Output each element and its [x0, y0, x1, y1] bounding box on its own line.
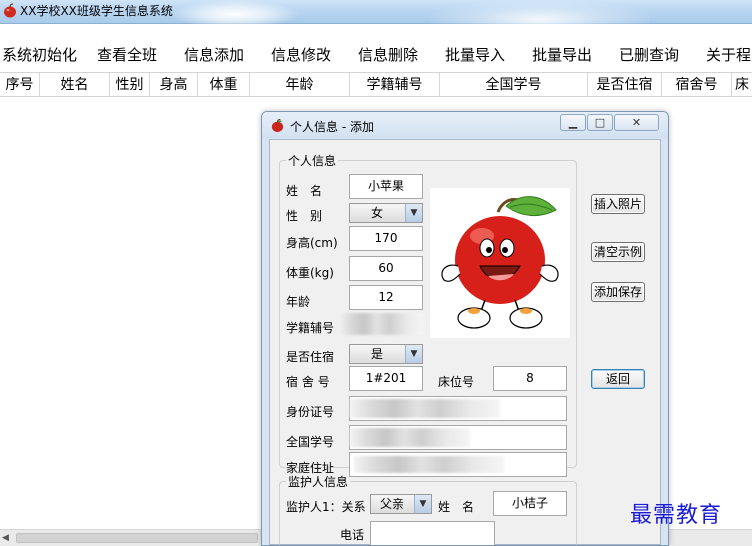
- menu-info-delete[interactable]: 信息删除: [358, 44, 418, 65]
- dialog-title-bar: 个人信息 - 添加 ▁ □ ✕: [262, 112, 668, 138]
- maximize-button[interactable]: □: [587, 114, 613, 131]
- id-card-redaction: [350, 399, 500, 418]
- student-photo: [430, 188, 570, 338]
- guardian-phone-field[interactable]: [370, 521, 495, 545]
- id-card-field[interactable]: [349, 396, 567, 421]
- column-header-national-id[interactable]: 全国学号: [440, 73, 588, 97]
- dialog-client-area: 个人信息 姓 名 小苹果 性 别 女 ▼ 身高(cm) 170 体重(kg) 6…: [269, 139, 661, 545]
- column-header-height[interactable]: 身高: [150, 73, 198, 97]
- menu-info-edit[interactable]: 信息修改: [271, 44, 331, 65]
- dorm-label: 宿 舍 号: [286, 375, 330, 389]
- chevron-down-icon[interactable]: ▼: [414, 495, 431, 513]
- weight-label: 体重(kg): [286, 266, 334, 280]
- insert-photo-button[interactable]: 插入照片: [591, 194, 645, 214]
- guardian-relation-select[interactable]: 父亲 ▼: [370, 494, 432, 514]
- main-window: XX学校XX班级学生信息系统 系统初始化 查看全班 信息添加 信息修改 信息删除…: [0, 0, 752, 546]
- height-field[interactable]: 170: [349, 226, 423, 251]
- menu-info-add[interactable]: 信息添加: [184, 44, 244, 65]
- guardian-phone-label: 电话: [340, 528, 365, 542]
- boarding-label: 是否住宿: [286, 350, 335, 364]
- weight-field[interactable]: 60: [349, 256, 423, 281]
- personal-info-group: 个人信息 姓 名 小苹果 性 别 女 ▼ 身高(cm) 170 体重(kg) 6…: [279, 152, 577, 477]
- maximize-icon: □: [594, 116, 606, 129]
- guardian-relation-value: 父亲: [379, 497, 404, 511]
- gender-label: 性 别: [286, 209, 323, 223]
- address-redaction: [354, 456, 504, 473]
- chevron-down-icon[interactable]: ▼: [405, 204, 422, 222]
- menu-deleted-query[interactable]: 已删查询: [619, 44, 679, 65]
- school-id-field[interactable]: [338, 313, 424, 335]
- window-title: XX学校XX班级学生信息系统: [20, 4, 173, 18]
- gender-select[interactable]: 女 ▼: [349, 203, 423, 223]
- guardian-name-field[interactable]: 小桔子: [493, 491, 567, 516]
- add-info-dialog: 个人信息 - 添加 ▁ □ ✕ 个人信息 姓 名 小苹果 性 别 女 ▼ 身高(…: [261, 111, 669, 546]
- grid-header: 序号 姓名 性别 身高 体重 年龄 学籍辅号 全国学号 是否住宿 宿舍号 床: [0, 72, 752, 97]
- guardian-info-legend: 监护人信息: [288, 475, 349, 489]
- add-save-button[interactable]: 添加保存: [591, 282, 645, 302]
- menu-system-init[interactable]: 系统初始化: [2, 44, 77, 65]
- gender-value: 女: [370, 206, 383, 220]
- back-button[interactable]: 返回: [591, 369, 645, 389]
- bed-field[interactable]: 8: [493, 366, 567, 391]
- minimize-button[interactable]: ▁: [560, 114, 586, 131]
- national-id-redaction: [350, 428, 470, 447]
- guardian-info-group: 监护人信息 监护人1：关系 父亲 ▼ 姓 名 小桔子 电话: [279, 473, 577, 545]
- boarding-value: 是: [370, 347, 383, 361]
- guardian-name-label: 姓 名: [438, 500, 475, 514]
- close-button[interactable]: ✕: [614, 114, 659, 131]
- age-field[interactable]: 12: [349, 285, 423, 310]
- chevron-down-icon[interactable]: ▼: [405, 345, 422, 363]
- column-header-age[interactable]: 年龄: [250, 73, 350, 97]
- guardian-relation-label: 监护人1：关系: [286, 500, 366, 514]
- school-id-label: 学籍辅号: [286, 321, 335, 335]
- name-field[interactable]: 小苹果: [349, 174, 423, 199]
- boarding-select[interactable]: 是 ▼: [349, 344, 423, 364]
- menu-view-class[interactable]: 查看全班: [97, 44, 157, 65]
- scroll-thumb[interactable]: [16, 533, 258, 543]
- menu-batch-import[interactable]: 批量导入: [445, 44, 505, 65]
- dorm-field[interactable]: 1#201: [349, 366, 423, 391]
- column-header-bed[interactable]: 床: [732, 73, 752, 97]
- column-header-index[interactable]: 序号: [0, 73, 40, 97]
- menu-batch-export[interactable]: 批量导出: [532, 44, 592, 65]
- national-id-label: 全国学号: [286, 435, 335, 449]
- title-bar-decoration-2: [430, 0, 650, 24]
- main-title-bar: XX学校XX班级学生信息系统: [0, 0, 752, 24]
- column-header-school-id[interactable]: 学籍辅号: [350, 73, 440, 97]
- age-label: 年龄: [286, 295, 311, 309]
- scroll-left-icon[interactable]: ◀: [2, 533, 9, 543]
- column-header-dorm[interactable]: 宿舍号: [662, 73, 732, 97]
- bed-label: 床位号: [438, 375, 475, 389]
- name-label: 姓 名: [286, 184, 323, 198]
- column-header-weight[interactable]: 体重: [198, 73, 250, 97]
- national-id-field[interactable]: [349, 425, 567, 450]
- column-header-gender[interactable]: 性别: [110, 73, 150, 97]
- column-header-name[interactable]: 姓名: [40, 73, 110, 97]
- close-icon: ✕: [631, 116, 642, 129]
- column-header-boarding[interactable]: 是否住宿: [588, 73, 662, 97]
- id-card-label: 身份证号: [286, 405, 335, 419]
- dialog-title: 个人信息 - 添加: [290, 120, 374, 134]
- menu-about[interactable]: 关于程: [706, 44, 751, 65]
- menu-bar: 系统初始化 查看全班 信息添加 信息修改 信息删除 批量导入 批量导出 已删查询…: [0, 24, 752, 72]
- height-label: 身高(cm): [286, 236, 338, 250]
- title-bar-decoration: [170, 0, 300, 24]
- clear-example-button[interactable]: 清空示例: [591, 242, 645, 262]
- apple-dialog-icon: [271, 118, 284, 133]
- personal-info-legend: 个人信息: [288, 154, 337, 168]
- apple-app-icon: [4, 3, 16, 18]
- watermark-text: 最需教育: [630, 503, 723, 528]
- minimize-icon: ▁: [568, 116, 578, 129]
